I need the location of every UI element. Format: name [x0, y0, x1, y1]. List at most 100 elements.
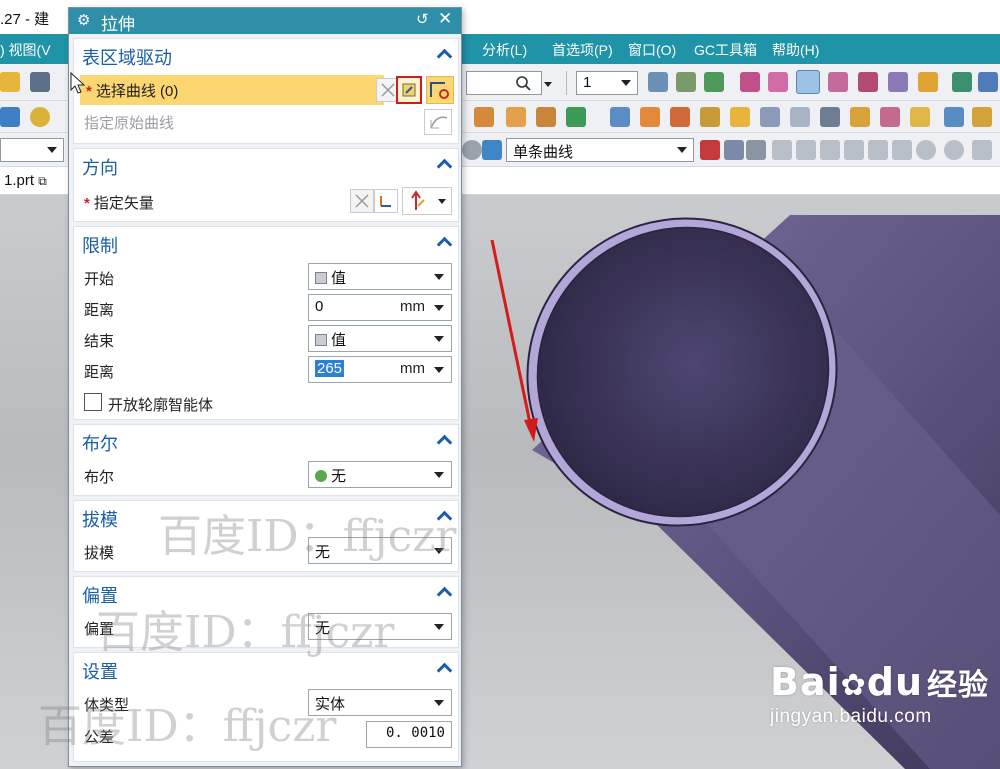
- inferred-vector-select[interactable]: [402, 187, 452, 215]
- close-icon[interactable]: ✕: [438, 9, 452, 29]
- split-body-icon[interactable]: [700, 107, 720, 127]
- snap-endpoint-icon[interactable]: [772, 140, 792, 160]
- follow-fillet-icon[interactable]: [724, 140, 744, 160]
- file-tab[interactable]: 1.prt ⧉: [4, 172, 47, 189]
- curve-section-button[interactable]: [426, 76, 454, 104]
- snap-center-icon[interactable]: [868, 140, 888, 160]
- open-folder-icon[interactable]: [0, 72, 20, 92]
- collapse-icon[interactable]: [438, 158, 450, 170]
- section-title: 限制: [82, 236, 118, 256]
- origin-curve-button[interactable]: [424, 109, 452, 135]
- draft-select[interactable]: 无: [308, 537, 452, 564]
- snap-midpoint-icon[interactable]: [796, 140, 816, 160]
- feature-curves-icon[interactable]: [746, 140, 766, 160]
- reset-icon[interactable]: ↺: [416, 10, 429, 28]
- end-distance-input[interactable]: 265 mm: [308, 356, 452, 383]
- select-body-icon[interactable]: [482, 140, 502, 160]
- tolerance-input[interactable]: 0. 0010: [366, 721, 452, 748]
- trim-body-icon[interactable]: [670, 107, 690, 127]
- snap-intersection-icon[interactable]: [844, 140, 864, 160]
- offset-select[interactable]: 无: [308, 613, 452, 640]
- blend-icon[interactable]: [820, 107, 840, 127]
- layer-select[interactable]: 1: [576, 71, 638, 95]
- section-header[interactable]: 表区域驱动: [74, 39, 458, 71]
- wcs-dynamic-icon[interactable]: [768, 72, 788, 92]
- collapse-icon[interactable]: [438, 662, 450, 674]
- dialog-title: 拉伸: [101, 15, 135, 34]
- snap-tangent-icon[interactable]: [944, 140, 964, 160]
- offset-face-icon[interactable]: [730, 107, 750, 127]
- wcs-set-icon[interactable]: [828, 72, 848, 92]
- vector-row[interactable]: * 指定矢量: [74, 187, 458, 217]
- origin-curve-row[interactable]: 指定原始曲线: [74, 107, 458, 137]
- extract-icon[interactable]: [910, 107, 930, 127]
- body-type-select[interactable]: 实体: [308, 689, 452, 716]
- search-input[interactable]: [466, 71, 542, 95]
- collapse-icon[interactable]: [438, 236, 450, 248]
- save-icon[interactable]: [30, 72, 50, 92]
- pattern-icon[interactable]: [474, 107, 494, 127]
- stop-at-intersection-icon[interactable]: [700, 140, 720, 160]
- menu-gc-toolbox[interactable]: GC工具箱: [694, 40, 757, 60]
- feature-array-icon[interactable]: [506, 107, 526, 127]
- section-header[interactable]: 设置: [74, 653, 458, 685]
- csys-icon[interactable]: [888, 72, 908, 92]
- curve-rule-select[interactable]: 单条曲线: [506, 138, 694, 162]
- chamfer-icon[interactable]: [790, 107, 810, 127]
- section-header[interactable]: 布尔: [74, 425, 458, 457]
- snap-point-icon[interactable]: [952, 72, 972, 92]
- start-distance-input[interactable]: 0 mm: [308, 294, 452, 321]
- search-dropdown-icon[interactable]: [544, 82, 552, 87]
- collapse-icon[interactable]: [438, 586, 450, 598]
- cone-icon[interactable]: [0, 107, 20, 127]
- section-header[interactable]: 拔模: [74, 501, 458, 533]
- cylinder-icon[interactable]: [972, 107, 992, 127]
- snap-quadrant-icon[interactable]: [892, 140, 912, 160]
- gear-icon[interactable]: ⚙: [77, 11, 90, 29]
- menu-view[interactable]: ) 视图(V: [0, 40, 51, 60]
- collapse-icon[interactable]: [438, 510, 450, 522]
- thicken-icon[interactable]: [850, 107, 870, 127]
- datum-icon[interactable]: [566, 107, 586, 127]
- collapse-icon[interactable]: [438, 434, 450, 446]
- replace-face-icon[interactable]: [880, 107, 900, 127]
- menu-preferences[interactable]: 首选项(P): [552, 40, 613, 60]
- wcs-display-icon[interactable]: [858, 72, 878, 92]
- draft-icon[interactable]: [760, 107, 780, 127]
- snap-existing-point-icon[interactable]: [972, 140, 992, 160]
- save-wcs-icon[interactable]: [918, 72, 938, 92]
- boolean-none-icon: [315, 470, 327, 482]
- section-offset: 偏置 偏置 无: [73, 576, 459, 648]
- start-label: 开始: [84, 271, 115, 288]
- filter-select[interactable]: [0, 138, 64, 162]
- menu-window[interactable]: 窗口(O): [628, 40, 676, 60]
- unite-icon[interactable]: [536, 107, 556, 127]
- shell-icon[interactable]: [640, 107, 660, 127]
- section-header[interactable]: 限制: [74, 227, 458, 259]
- sphere-icon[interactable]: [30, 107, 50, 127]
- mirror-icon[interactable]: [610, 107, 630, 127]
- layer-visible-icon[interactable]: [676, 72, 696, 92]
- wcs-orient-icon[interactable]: [796, 70, 820, 94]
- layer-settings-icon[interactable]: [648, 72, 668, 92]
- open-profile-checkbox[interactable]: [84, 393, 102, 411]
- menu-analysis[interactable]: 分析(L): [482, 40, 527, 60]
- reverse-direction-icon[interactable]: [350, 189, 374, 213]
- select-face-icon[interactable]: [462, 140, 482, 160]
- vector-dialog-icon[interactable]: [374, 189, 398, 213]
- end-select[interactable]: 值: [308, 325, 452, 352]
- section-header[interactable]: 偏置: [74, 577, 458, 609]
- sketch-section-button[interactable]: [396, 76, 422, 104]
- boolean-select[interactable]: 无: [308, 461, 452, 488]
- snap-end-icon[interactable]: [978, 72, 998, 92]
- wcs-origin-icon[interactable]: [740, 72, 760, 92]
- box-icon[interactable]: [944, 107, 964, 127]
- snap-control-icon[interactable]: [820, 140, 840, 160]
- snap-arc-center-icon[interactable]: [916, 140, 936, 160]
- collapse-icon[interactable]: [438, 48, 450, 60]
- move-to-layer-icon[interactable]: [704, 72, 724, 92]
- start-select[interactable]: 值: [308, 263, 452, 290]
- select-curve-row[interactable]: * 选择曲线 (0): [80, 75, 384, 105]
- section-header[interactable]: 方向: [74, 149, 458, 181]
- menu-help[interactable]: 帮助(H): [772, 40, 819, 60]
